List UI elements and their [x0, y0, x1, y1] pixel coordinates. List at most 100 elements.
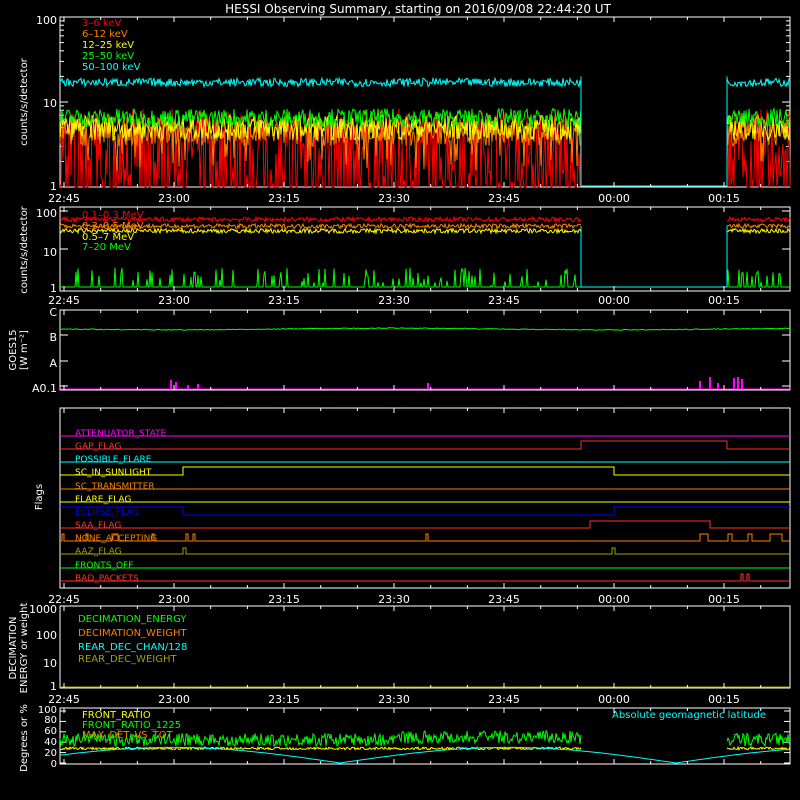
figure-title: HESSI Observing Summary, starting on 201… — [225, 2, 611, 16]
flag-trace — [60, 520, 790, 529]
low-energy-panel: counts/s/detector 1 10 100 3–6 keV 6–12 … — [19, 14, 791, 193]
flag-label: POSSIBLE_FLARE — [75, 455, 152, 465]
legend-7-20-mev: 7–20 MeV — [82, 242, 131, 253]
geo-ytick-100: 100 — [38, 705, 57, 716]
time-tick-label: 23:15 — [268, 593, 300, 606]
time-tick-label: 23:15 — [268, 192, 300, 205]
flag-label: SAA_FLAG — [75, 521, 121, 531]
low-energy-series — [59, 16, 791, 188]
series-4-line — [726, 77, 791, 88]
decimation-ylabel-2: ENERGY or weight — [19, 603, 30, 694]
series-0-line — [726, 216, 791, 224]
low-energy-frame — [59, 16, 791, 188]
geomagnetic-panel: Degrees or % 0 20 40 60 80 100 FRONT_RAT… — [19, 704, 791, 772]
legend-max-det-vs-tot: MAX_DET_VS_TOT — [82, 730, 174, 741]
time-tick-label: 00:15 — [708, 593, 740, 606]
flag-trace — [60, 533, 790, 542]
goes-series — [59, 309, 791, 390]
flag-label: SC_IN_SUNLIGHT — [75, 468, 152, 478]
goes-ylabel: GOES15 — [8, 329, 19, 370]
flag-trace — [60, 440, 790, 450]
legend-0-1-0-3-mev: 0.1–0.3 MeV — [82, 210, 144, 221]
legend-0-3-0-5-mev: 0.3–0.5 MeV — [82, 221, 144, 232]
goes-ytick-b: B — [49, 331, 57, 344]
time-tick-label: 23:00 — [158, 294, 190, 307]
geomagnetic-latitude-line — [59, 746, 791, 764]
time-tick-label: 00:15 — [708, 192, 740, 205]
time-tick-label: 22:45 — [48, 693, 80, 706]
decimation-panel: DECIMATION ENERGY or weight 1 10 100 100… — [8, 603, 791, 694]
high-energy-series — [59, 210, 791, 288]
observing-summary-figure: HESSI Observing Summary, starting on 201… — [8, 2, 791, 772]
flag-label: ATTENUATOR_STATE — [75, 429, 167, 439]
flag-trace — [60, 547, 790, 555]
low-energy-ytick-10: 10 — [43, 97, 57, 110]
series-3-line — [726, 269, 790, 288]
flag-label: AAZ_FLAG — [75, 547, 122, 557]
goes-ytick-a: A — [49, 357, 57, 370]
flag-label: FRONTS_OFF — [75, 561, 133, 571]
goes-long-channel — [59, 327, 791, 331]
time-tick-label: 23:30 — [378, 192, 410, 205]
time-tick-label: 23:30 — [378, 693, 410, 706]
series-2-line — [726, 227, 791, 235]
goes-ytick-c: C — [49, 306, 57, 319]
legend-rear-dec-chan: REAR_DEC_CHAN/128 — [78, 642, 187, 653]
legend-50-100-kev: 50–100 keV — [82, 62, 141, 73]
flag-trace — [60, 466, 790, 476]
legend-3-6-kev: 3–6 keV — [82, 18, 121, 29]
time-tick-label: 00:00 — [598, 294, 630, 307]
goes-ylabel-units: [W m⁻²] — [19, 330, 30, 370]
time-tick-label: 23:00 — [158, 192, 190, 205]
data-gap-line — [580, 76, 728, 187]
flag-label: ECLIPSE_FLAG — [75, 508, 139, 518]
time-tick-label: 23:00 — [158, 593, 190, 606]
series-1-line — [726, 222, 791, 230]
time-tick-label: 23:15 — [268, 294, 300, 307]
legend-decimation-energy: DECIMATION_ENERGY — [78, 614, 187, 625]
time-tick-label: 22:45 — [48, 294, 80, 307]
flags-frame — [59, 407, 791, 589]
time-tick-label: 23:45 — [488, 693, 520, 706]
flag-label: FLARE_FLAG — [75, 495, 131, 505]
geomagnetic-latitude-note: Absolute geomagnetic latitude — [612, 710, 766, 721]
flag-label: BAD_PACKETS — [75, 574, 139, 584]
flags-panel: ATTENUATOR_STATE GAP_FLAG POSSIBLE_FLARE SC… — [34, 407, 791, 589]
geo-ytick-60: 60 — [44, 726, 57, 737]
flags-series: ATTENUATOR_STATE GAP_FLAG POSSIBLE_FLARE SC… — [60, 429, 790, 584]
series-3-line — [60, 267, 581, 288]
decimation-ylabel: DECIMATION — [8, 616, 19, 679]
goes-ytick-a0-1: A0.1 — [32, 382, 57, 395]
geo-ytick-80: 80 — [44, 715, 57, 726]
time-tick-label: 23:00 — [158, 693, 190, 706]
time-tick-label: 00:00 — [598, 693, 630, 706]
data-gap-line — [580, 226, 728, 288]
flag-label: GAP_FLAG — [75, 442, 121, 452]
time-tick-label: 23:15 — [268, 693, 300, 706]
legend-25-50-kev: 25–50 keV — [82, 51, 134, 62]
series-3-line — [726, 106, 791, 127]
legend-decimation-weight: DECIMATION_WEIGHT — [78, 628, 187, 639]
high-energy-panel: counts/s/detector 1 10 100 0.1–0.3 MeV 0… — [19, 205, 791, 295]
flag-trace — [60, 506, 790, 516]
time-tick-label: 00:15 — [708, 693, 740, 706]
legend-6-12-kev: 6–12 keV — [82, 29, 128, 40]
front-ratio-1225-line — [726, 732, 791, 748]
time-tick-label: 23:45 — [488, 294, 520, 307]
front-ratio-line — [726, 745, 791, 751]
goes-panel: GOES15 [W m⁻²] A0.1 A B C — [8, 306, 791, 395]
decimation-ytick-100: 100 — [36, 629, 57, 642]
time-tick-label: 23:30 — [378, 593, 410, 606]
series-4-line — [59, 76, 582, 89]
goes-frame — [59, 309, 791, 391]
flag-trace — [60, 573, 790, 582]
geo-ytick-0: 0 — [51, 759, 57, 770]
high-energy-ylabel: counts/s/detector — [19, 205, 30, 293]
flag-label: SC_TRANSMITTER — [75, 482, 155, 492]
geo-ytick-40: 40 — [44, 737, 57, 748]
time-tick-label: 23:45 — [488, 192, 520, 205]
time-tick-label: 00:15 — [708, 294, 740, 307]
flag-label: NONE_ACCEPTING — [75, 534, 157, 544]
decimation-ytick-10: 10 — [43, 657, 57, 670]
time-tick-label: 22:45 — [48, 192, 80, 205]
